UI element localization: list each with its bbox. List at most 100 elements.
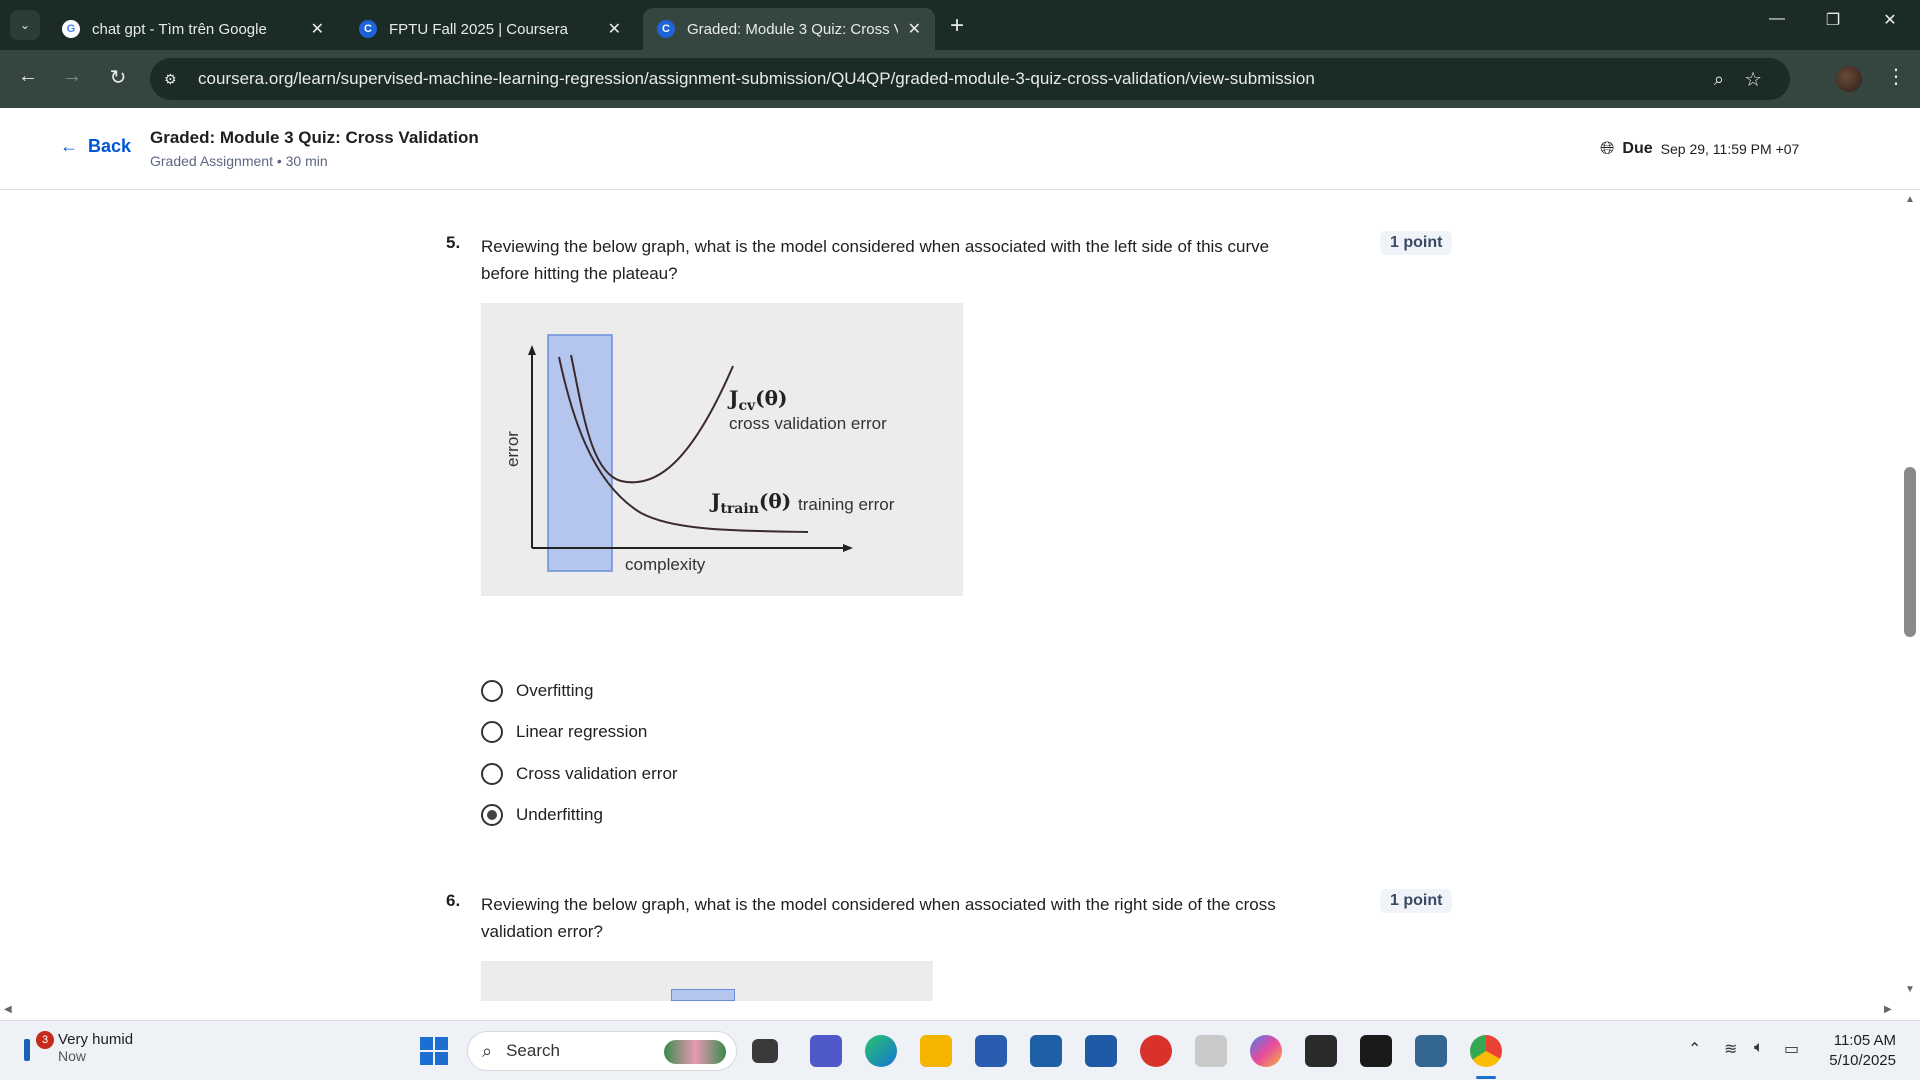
fan-app-icon[interactable] xyxy=(1305,1035,1337,1067)
option-label: Underfitting xyxy=(516,805,603,825)
chrome-icon[interactable] xyxy=(1470,1035,1502,1067)
arrow-left-icon: ← xyxy=(60,136,78,156)
taskbar-search[interactable]: ⌕ Search xyxy=(467,1031,737,1071)
points-badge: 1 point xyxy=(1380,231,1453,255)
scroll-left-arrow-icon[interactable]: ◀ xyxy=(4,1004,12,1015)
option-label: Overfitting xyxy=(516,680,594,700)
question-figure: error complexity Jcv(θ) cross validation… xyxy=(481,303,963,596)
browser-menu-icon[interactable]: ⋮ xyxy=(1886,64,1906,89)
back-label: Back xyxy=(88,136,132,156)
radio-button[interactable] xyxy=(481,679,503,702)
answer-options: Overfitting Linear regression Cross vali… xyxy=(481,670,678,836)
copilot-icon[interactable] xyxy=(1250,1035,1282,1067)
train-symbol: Jtrain(θ) xyxy=(709,489,791,517)
restore-icon[interactable]: ❐ xyxy=(1813,10,1853,30)
forward-arrow-icon[interactable]: → xyxy=(58,65,86,88)
task-view-icon[interactable] xyxy=(752,1039,778,1063)
minimize-icon[interactable]: — xyxy=(1757,10,1797,28)
tab-label: FPTU Fall 2025 | Coursera xyxy=(389,20,568,38)
scroll-right-arrow-icon[interactable]: ▶ xyxy=(1884,1004,1892,1015)
reload-icon[interactable]: ↻ xyxy=(104,65,132,90)
assignment-subtitle: Graded Assignment • 30 min xyxy=(150,153,328,169)
weather-widget[interactable]: 3 Very humid Now xyxy=(20,1031,133,1067)
system-clock[interactable]: 11:05 AM 5/10/2025 xyxy=(1810,1031,1896,1071)
scrollbar-thumb[interactable] xyxy=(1904,467,1916,637)
new-tab-button[interactable]: + xyxy=(950,12,964,40)
notification-badge: 3 xyxy=(36,1031,54,1049)
browser-tab-strip: ⌄ G chat gpt - Tìm trên Google ✕ C FPTU … xyxy=(0,0,1920,50)
calendar-icon[interactable] xyxy=(1085,1035,1117,1067)
site-settings-icon[interactable]: ⚙ xyxy=(164,71,186,88)
windows-start-icon[interactable] xyxy=(420,1037,448,1065)
browser-toolbar: ← → ↻ ⚙ coursera.org/learn/supervised-ma… xyxy=(0,50,1920,108)
scroll-down-arrow-icon[interactable]: ▼ xyxy=(1905,984,1915,995)
question-number: 5. xyxy=(446,233,461,252)
nvidia-icon[interactable] xyxy=(1360,1035,1392,1067)
search-icon: ⌕ xyxy=(482,1040,493,1061)
browser-tab-google[interactable]: G chat gpt - Tìm trên Google ✕ xyxy=(48,8,338,50)
search-highlight-image xyxy=(664,1040,726,1064)
search-label: Search xyxy=(506,1041,560,1060)
question-text: Reviewing the below graph, what is the m… xyxy=(481,237,1270,283)
back-link[interactable]: ← Back xyxy=(60,136,131,157)
y-axis-label: error xyxy=(503,431,522,467)
highlight-region xyxy=(671,989,735,1001)
profile-avatar[interactable] xyxy=(1836,66,1862,92)
tab-search-dropdown-icon[interactable]: ⌄ xyxy=(10,10,40,40)
bookmark-star-icon[interactable]: ☆ xyxy=(1744,67,1762,92)
weather-icon: 3 xyxy=(20,1031,54,1067)
address-bar[interactable]: ⚙ coursera.org/learn/supervised-machine-… xyxy=(150,58,1790,100)
page-scrollbar[interactable]: ▲ ▼ xyxy=(1900,190,1920,1020)
google-icon: G xyxy=(62,20,80,38)
radio-button-selected[interactable] xyxy=(481,804,503,827)
wifi-icon[interactable]: ≋ xyxy=(1724,1039,1737,1059)
close-tab-icon[interactable]: ✕ xyxy=(908,19,921,39)
scroll-up-arrow-icon[interactable]: ▲ xyxy=(1905,194,1915,205)
teams-icon[interactable] xyxy=(810,1035,842,1067)
coursera-icon: C xyxy=(359,20,377,38)
coursera-icon: C xyxy=(657,20,675,38)
option-label: Cross validation error xyxy=(516,763,678,783)
training-error-label: training error xyxy=(798,495,895,514)
file-explorer-icon[interactable] xyxy=(920,1035,952,1067)
y-axis-arrowhead xyxy=(528,345,536,355)
option-linear-regression[interactable]: Linear regression xyxy=(481,712,678,754)
app-icon[interactable] xyxy=(1140,1035,1172,1067)
volume-icon[interactable]: 🔈︎ xyxy=(1754,1039,1764,1057)
option-overfitting[interactable]: Overfitting xyxy=(481,670,678,712)
due-date: 🌐︎ Due Sep 29, 11:59 PM +07 xyxy=(1600,138,1799,159)
edge-icon[interactable] xyxy=(865,1035,897,1067)
url-text[interactable]: coursera.org/learn/supervised-machine-le… xyxy=(198,69,1315,89)
question-text: Reviewing the below graph, what is the m… xyxy=(481,895,1276,941)
weather-subtitle: Now xyxy=(58,1048,87,1064)
back-arrow-icon[interactable]: ← xyxy=(14,65,42,88)
font-app-icon[interactable] xyxy=(1195,1035,1227,1067)
radio-button[interactable] xyxy=(481,721,503,744)
due-label: Due xyxy=(1622,139,1653,157)
browser-tab-quiz[interactable]: C Graded: Module 3 Quiz: Cross V ✕ xyxy=(643,8,935,50)
assignment-header: ← Back Graded: Module 3 Quiz: Cross Vali… xyxy=(0,108,1920,190)
radio-button[interactable] xyxy=(481,762,503,785)
battery-icon[interactable]: ▭ xyxy=(1784,1039,1799,1059)
store-icon[interactable] xyxy=(975,1035,1007,1067)
active-app-indicator xyxy=(1476,1076,1496,1079)
chevron-up-icon[interactable]: ⌃ xyxy=(1688,1039,1701,1059)
due-value: Sep 29, 11:59 PM +07 xyxy=(1660,140,1800,157)
question-number: 6. xyxy=(446,891,461,910)
close-tab-icon[interactable]: ✕ xyxy=(608,19,621,39)
postgresql-icon[interactable] xyxy=(1415,1035,1447,1067)
option-cross-validation-error[interactable]: Cross validation error xyxy=(481,753,678,795)
cv-error-label: cross validation error xyxy=(729,414,887,433)
close-window-icon[interactable]: ✕ xyxy=(1870,10,1910,30)
clock-date: 5/10/2025 xyxy=(1829,1052,1896,1069)
close-tab-icon[interactable]: ✕ xyxy=(311,19,324,39)
option-underfitting[interactable]: Underfitting xyxy=(481,795,678,837)
cv-symbol: Jcv(θ) xyxy=(727,386,787,414)
points-badge: 1 point xyxy=(1380,889,1453,913)
photos-icon[interactable] xyxy=(1030,1035,1062,1067)
highlight-region xyxy=(547,334,613,572)
assignment-title: Graded: Module 3 Quiz: Cross Validation xyxy=(150,128,479,147)
zoom-icon[interactable]: ⌕ xyxy=(1714,69,1724,90)
error-complexity-diagram: error complexity Jcv(θ) cross validation… xyxy=(503,334,895,574)
browser-tab-fptu[interactable]: C FPTU Fall 2025 | Coursera ✕ xyxy=(345,8,635,50)
